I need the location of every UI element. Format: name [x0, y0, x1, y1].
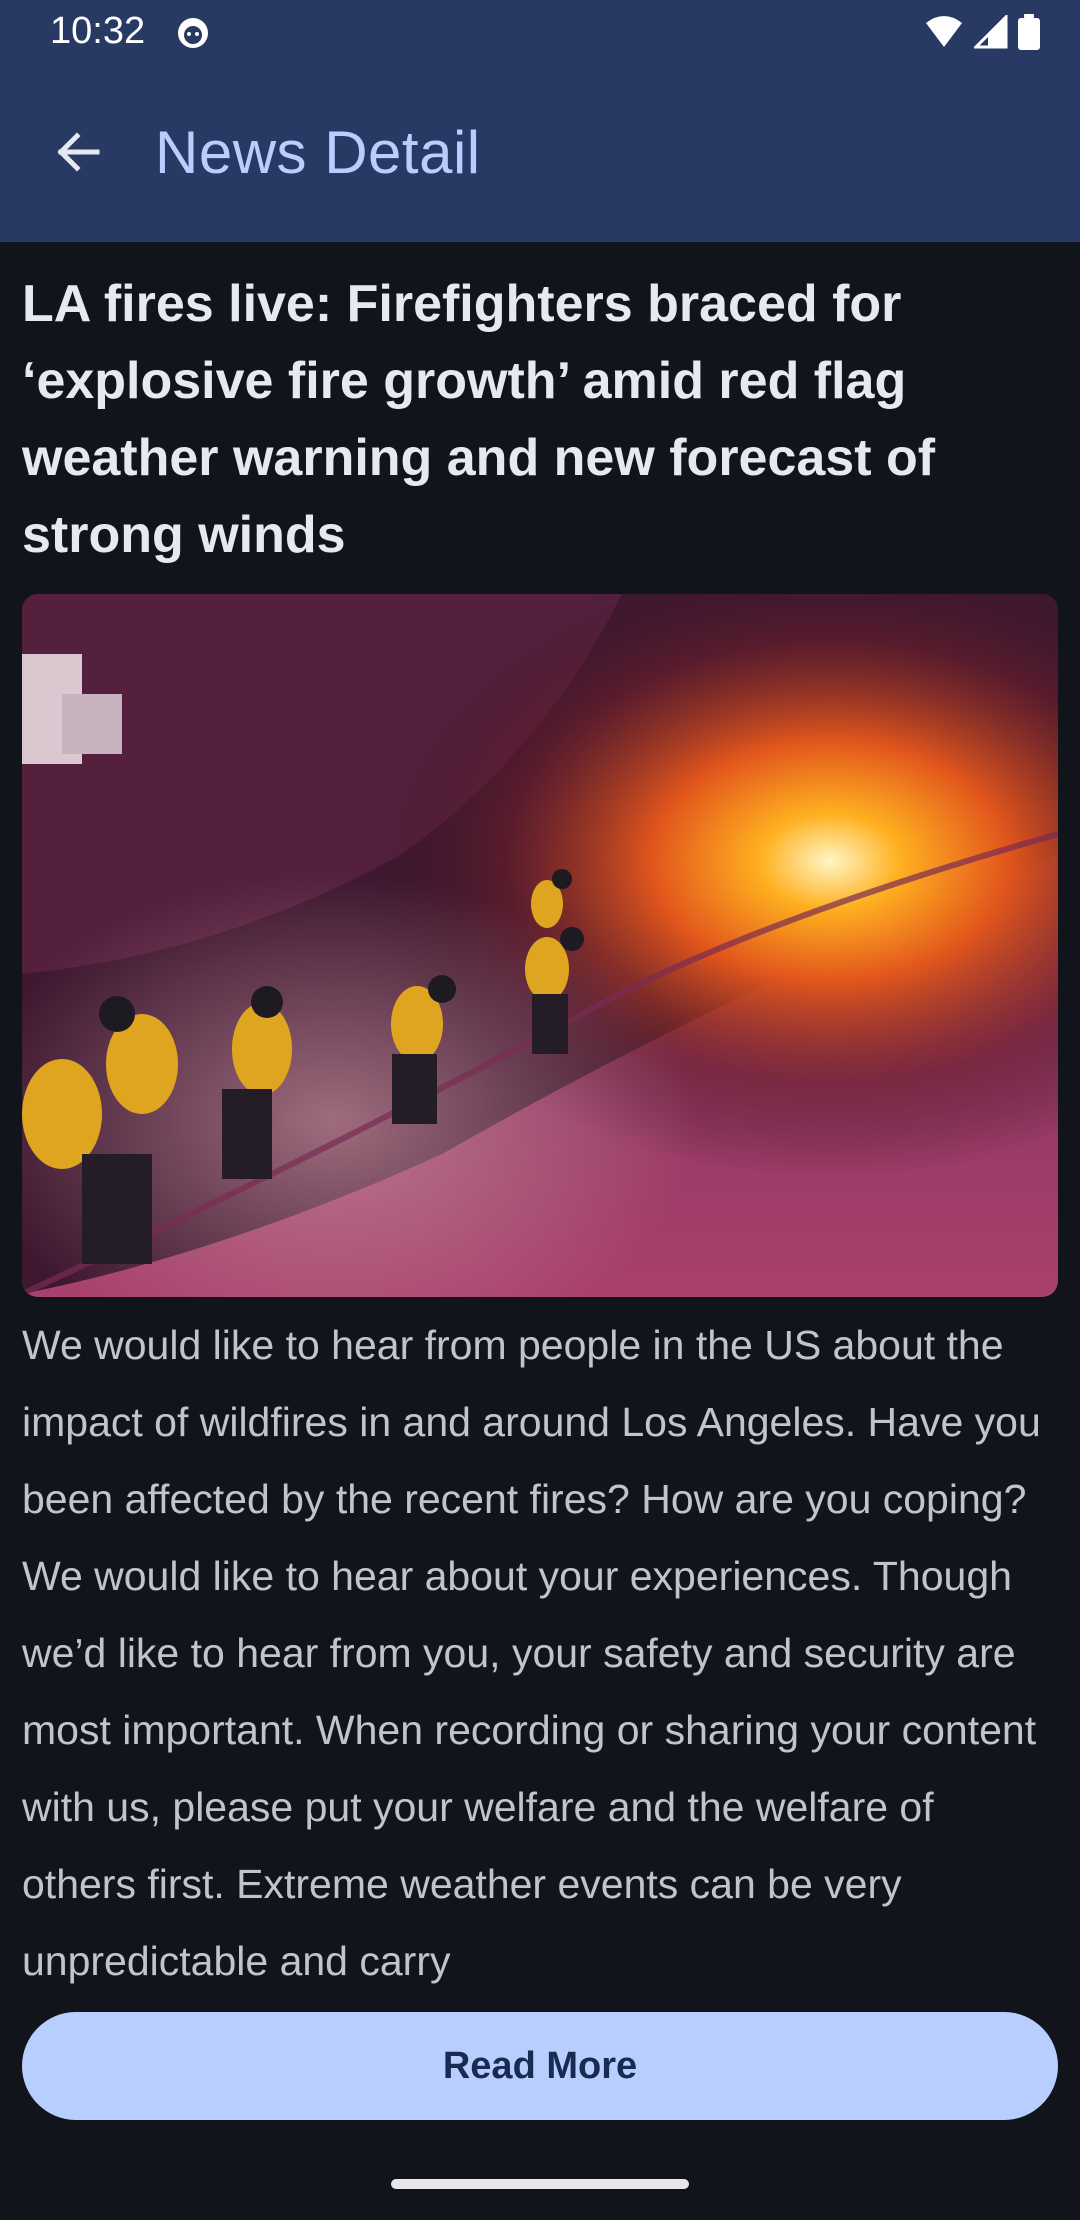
news-detail-screen: 10:32 News Detail LA fires live: Firefig… [0, 0, 1080, 2220]
article-headline: LA fires live: Firefighters braced for ‘… [22, 275, 936, 564]
battery-icon [1018, 14, 1040, 55]
read-more-button[interactable]: Read More [22, 2012, 1058, 2120]
app-notification-icon [176, 16, 210, 50]
arrow-back-icon [53, 127, 103, 182]
wifi-icon [924, 15, 964, 54]
article-image [22, 594, 1058, 1297]
back-button[interactable] [40, 116, 116, 192]
page-title: News Detail [155, 119, 481, 186]
article-body: We would like to hear from people in the… [22, 1322, 1041, 1984]
status-icons [924, 13, 1040, 55]
app-bar: News Detail [0, 66, 1080, 242]
status-time: 10:32 [50, 10, 146, 52]
signal-icon [972, 13, 1008, 54]
status-bar: 10:32 [0, 0, 1080, 66]
article-content[interactable]: LA fires live: Firefighters braced for ‘… [22, 242, 1058, 2000]
gesture-nav-handle[interactable] [391, 2179, 689, 2189]
